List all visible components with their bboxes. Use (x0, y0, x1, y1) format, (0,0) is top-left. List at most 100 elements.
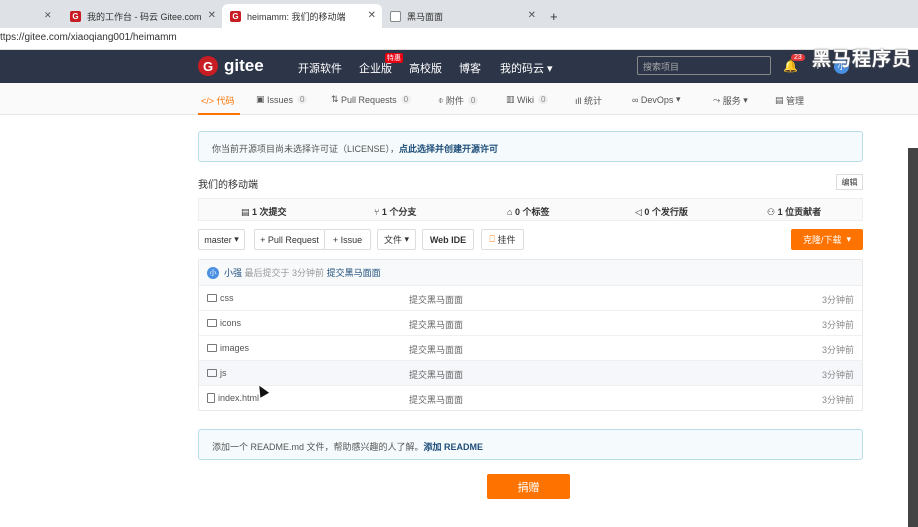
commits-stat[interactable]: ▤ 1 次提交 (241, 205, 287, 218)
new-tab-button[interactable]: + (542, 4, 566, 28)
promo-badge: 特惠 (385, 53, 403, 63)
file-time: 3分钟前 (821, 370, 854, 380)
browser-tab-bar: G 我的工作台 - 码云 Gitee.com ✕ G heimamm: 我们的移… (0, 0, 918, 28)
file-commit-message[interactable]: 提交黑马面面 (409, 393, 463, 406)
plugin-button[interactable]: ⎕ 挂件 (481, 229, 524, 250)
tab-manage[interactable]: ▤ 管理 (775, 94, 804, 107)
repo-description: 我们的移动端 (198, 180, 258, 191)
file-icon (207, 393, 215, 403)
commit-icon: ▤ (241, 207, 253, 217)
repo-stats-bar: ▤ 1 次提交 ⑂ 1 个分支 ⌂ 0 个标签 ◁ 0 个发行版 ⚇ 1 位贡献… (198, 198, 863, 221)
close-icon[interactable]: ✕ (44, 10, 52, 21)
browser-tab-heimamianmian[interactable]: 黑马面面 ✕ (382, 4, 542, 28)
edit-button[interactable]: 编辑 (836, 174, 863, 190)
logo-text: gitee (224, 56, 264, 75)
tag-icon: ⌂ (507, 207, 515, 217)
web-ide-button[interactable]: Web IDE (422, 229, 474, 250)
tab-attachments[interactable]: ⌽ 附件 0 (438, 94, 479, 107)
branch-select[interactable]: master ▾ (198, 229, 245, 250)
nav-education[interactable]: 高校版 (409, 60, 442, 76)
tab-code[interactable]: </> 代码 (201, 94, 235, 107)
file-time: 3分钟前 (821, 295, 854, 305)
gitee-favicon-icon: G (70, 10, 81, 22)
nav-open-source[interactable]: 开源软件 (298, 60, 342, 76)
table-row[interactable]: index.html 提交黑马面面 3分钟前 (199, 386, 862, 411)
release-icon: ◁ (635, 207, 645, 217)
file-name[interactable]: js (220, 368, 227, 378)
file-name[interactable]: icons (220, 318, 241, 328)
file-time: 3分钟前 (821, 320, 854, 330)
donate-button[interactable]: 捐赠 (487, 474, 570, 499)
table-row[interactable]: images 提交黑马面面 3分钟前 (199, 336, 862, 361)
tags-stat[interactable]: ⌂ 0 个标签 (507, 205, 549, 218)
branch-icon: ⑂ (374, 207, 382, 217)
branches-stat[interactable]: ⑂ 1 个分支 (374, 205, 416, 218)
close-icon[interactable]: ✕ (208, 10, 216, 21)
commit-message[interactable]: 提交黑马面面 (327, 266, 381, 279)
commit-author[interactable]: 小强 (224, 266, 242, 279)
file-name[interactable]: css (220, 293, 234, 303)
file-name[interactable]: index.html (218, 393, 259, 403)
folder-icon (207, 344, 217, 352)
watermark: 黑马程序员 (812, 49, 913, 70)
stats-icon: ıll (575, 95, 584, 106)
file-menu-button[interactable]: 文件 ▾ (377, 229, 416, 250)
gitee-favicon-icon: G (230, 10, 241, 22)
tab-services[interactable]: ⤳ 服务 ▾ (713, 94, 748, 107)
tab-issues[interactable]: ▣ Issues 0 (256, 94, 308, 105)
releases-stat[interactable]: ◁ 0 个发行版 (635, 205, 688, 218)
tab-label: heimamm: 我们的移动端 (247, 11, 346, 22)
tab-label: 我的工作台 - 码云 Gitee.com (87, 11, 202, 22)
close-icon[interactable]: ✕ (368, 10, 376, 21)
search-input[interactable]: 搜索项目 (637, 56, 771, 75)
manage-icon: ▤ (775, 95, 787, 105)
notification-count: 23 (791, 54, 805, 61)
url-text: ttps://gitee.com/xiaoqiang001/heimamm (0, 32, 177, 43)
tab-label: 黑马面面 (407, 11, 444, 22)
issue-icon: ▣ (256, 94, 268, 104)
clone-download-button[interactable]: 克隆/下载 ▾ (791, 229, 863, 250)
gitee-logo[interactable]: G gitee (198, 56, 264, 76)
nav-my-gitee[interactable]: 我的码云 ▾ (500, 60, 553, 76)
browser-tab-workbench[interactable]: G 我的工作台 - 码云 Gitee.com ✕ (62, 4, 222, 28)
wiki-icon: ▥ (506, 94, 518, 104)
service-icon: ⤳ (713, 95, 723, 105)
tab-pull-requests[interactable]: ⇅ Pull Requests 0 (331, 94, 412, 105)
file-time: 3分钟前 (821, 345, 854, 355)
address-bar[interactable]: ttps://gitee.com/xiaoqiang001/heimamm (0, 28, 918, 50)
contributors-stat[interactable]: ⚇ 1 位贡献者 (767, 205, 821, 218)
file-commit-message[interactable]: 提交黑马面面 (409, 293, 463, 306)
site-header: G gitee 开源软件 企业版 特惠 高校版 博客 我的码云 ▾ 搜索项目 🔔… (0, 50, 918, 83)
browser-tab-heimamm[interactable]: G heimamm: 我们的移动端 ✕ (222, 4, 382, 28)
add-readme-link[interactable]: 添加 README (424, 442, 484, 452)
last-commit-row: 小 小强 最后提交于 3分钟前 提交黑马面面 (199, 260, 862, 286)
table-row[interactable]: icons 提交黑马面面 3分钟前 (199, 311, 862, 336)
table-row[interactable]: js 提交黑马面面 3分钟前 (199, 361, 862, 386)
license-notice: 你当前开源项目尚未选择许可证（LICENSE），点此选择并创建开源许可 (198, 131, 863, 162)
new-issue-button[interactable]: + Issue (324, 229, 371, 250)
file-time: 3分钟前 (821, 395, 854, 405)
avatar[interactable]: 小 (207, 266, 219, 279)
commit-meta: 最后提交于 3分钟前 (244, 268, 325, 278)
gitee-logo-icon: G (198, 56, 218, 76)
close-icon[interactable]: ✕ (528, 10, 536, 21)
pr-icon: ⇅ (331, 94, 342, 104)
tab-stats[interactable]: ıll 统计 (575, 94, 602, 107)
scrollbar[interactable] (908, 148, 918, 527)
tab-devops[interactable]: ∞ DevOps ▾ (632, 94, 680, 105)
pull-request-button[interactable]: + Pull Request (254, 229, 325, 250)
bookmark-icon: ⎕ (489, 234, 495, 244)
tab-wiki[interactable]: ▥ Wiki 0 (506, 94, 549, 105)
readme-notice: 添加一个 README.md 文件，帮助感兴趣的人了解。添加 README (198, 429, 863, 460)
file-name[interactable]: images (220, 343, 249, 353)
license-link[interactable]: 点此选择并创建开源许可 (399, 144, 498, 154)
file-commit-message[interactable]: 提交黑马面面 (409, 318, 463, 331)
contributors-icon: ⚇ (767, 207, 778, 217)
attach-icon: ⌽ (438, 95, 446, 105)
bell-icon[interactable]: 🔔 23 (783, 54, 805, 73)
file-commit-message[interactable]: 提交黑马面面 (409, 368, 463, 381)
file-commit-message[interactable]: 提交黑马面面 (409, 343, 463, 356)
repo-nav: </> 代码 ▣ Issues 0 ⇅ Pull Requests 0 ⌽ 附件 0 … (0, 83, 918, 115)
table-row[interactable]: css 提交黑马面面 3分钟前 (199, 286, 862, 311)
nav-blog[interactable]: 博客 (459, 60, 481, 76)
